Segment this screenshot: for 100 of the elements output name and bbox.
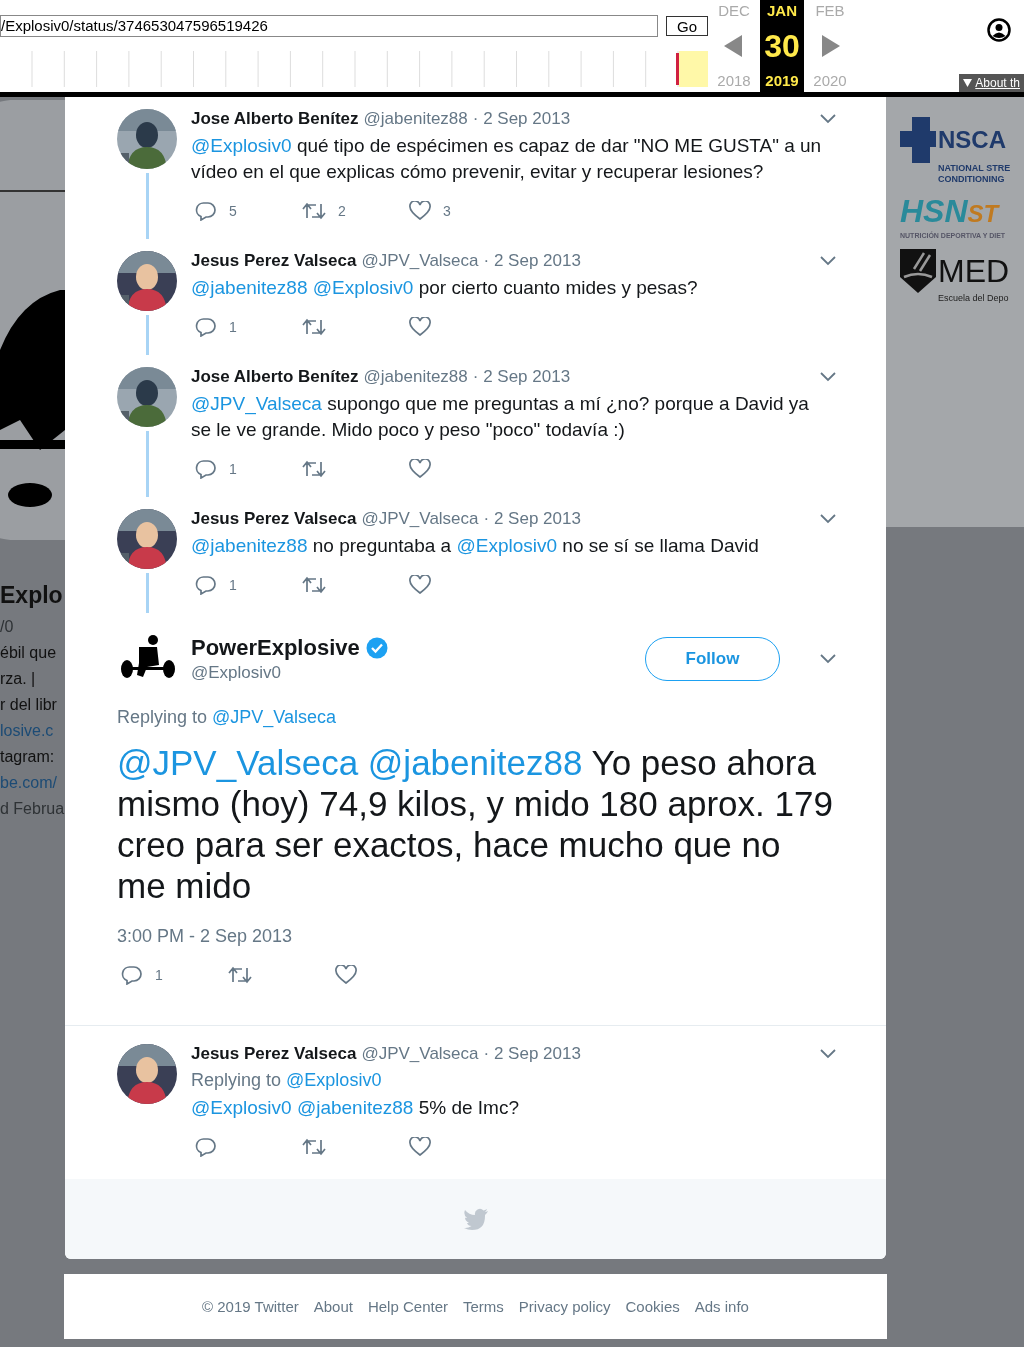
logo-text: NSCA	[938, 126, 1006, 154]
month-link[interactable]: JAN	[767, 0, 797, 22]
reply-count: 1	[229, 461, 237, 477]
chevron-down-icon[interactable]	[820, 654, 836, 664]
footer-link[interactable]: Terms	[463, 1298, 504, 1315]
footer-link[interactable]: © 2019 Twitter	[202, 1298, 299, 1315]
chevron-down-icon[interactable]	[820, 114, 836, 124]
heart-icon[interactable]	[409, 459, 431, 479]
go-button[interactable]: Go	[666, 16, 708, 36]
mention-link[interactable]: @jabenitez88	[367, 743, 583, 782]
retweet-count: 2	[338, 203, 346, 219]
author-name[interactable]: Jesus Perez Valseca	[191, 1044, 357, 1064]
author-name[interactable]: Jesus Perez Valseca	[191, 251, 357, 271]
profile-text: Explo	[0, 581, 63, 610]
author-handle[interactable]: @JPV_Valseca	[361, 509, 479, 529]
retweet-icon[interactable]	[302, 318, 326, 336]
reply-icon[interactable]	[195, 575, 217, 595]
chevron-down-icon[interactable]	[820, 1049, 836, 1059]
chevron-down-icon[interactable]	[820, 256, 836, 266]
reply-icon[interactable]	[121, 965, 143, 985]
next-arrow-icon[interactable]	[820, 35, 840, 57]
author-handle[interactable]: @Explosiv0	[191, 663, 631, 683]
tweet-text: @JPV_Valseca supongo que me preguntas a mí ¿no? porque a David ya se le ve grande. Mido poco y peso "poco" todavía :)	[191, 392, 810, 442]
url-field[interactable]: /Explosiv0/status/374653047596519426	[0, 15, 658, 37]
user-icon[interactable]	[987, 18, 1011, 42]
profile-text: d Februa	[0, 799, 65, 819]
caret-icon	[963, 79, 973, 87]
chevron-down-icon[interactable]	[820, 514, 836, 524]
follow-button[interactable]: Follow	[645, 637, 780, 681]
reply-count: 1	[229, 319, 237, 335]
chevron-down-icon[interactable]	[820, 372, 836, 382]
bird-icon	[462, 1208, 489, 1230]
year-link[interactable]: 2020	[813, 70, 847, 92]
replying-label: Replying to	[191, 1070, 282, 1090]
logo-caption: Escuela del Depo	[938, 293, 1009, 304]
mention-link[interactable]: @JPV_Valseca	[212, 707, 337, 727]
mention-link[interactable]: @Explosiv0	[191, 135, 292, 156]
tweet-text: @jabenitez88 @Explosiv0 por cierto cuanto mides y pesas?	[191, 276, 699, 300]
logo-caption: CONDITIONING	[938, 174, 1005, 185]
mention-link[interactable]: @jabenitez88	[191, 535, 308, 556]
heart-icon[interactable]	[409, 575, 431, 595]
tweet-date[interactable]: · 2 Sep 2013	[483, 251, 581, 271]
author-handle[interactable]: @JPV_Valseca	[361, 251, 479, 271]
cross-emblem-icon	[900, 117, 936, 163]
mention-link[interactable]: @Explosiv0	[286, 1070, 382, 1090]
reply-count: 1	[155, 967, 163, 983]
footer-link[interactable]: Privacy policy	[518, 1298, 611, 1315]
mention-link[interactable]: @Explosiv0	[191, 1097, 297, 1118]
logo-text: HSNST	[900, 193, 999, 230]
mention-link[interactable]: @jabenitez88	[191, 277, 313, 298]
heart-icon[interactable]	[409, 317, 431, 337]
profile-text: be.com/	[0, 773, 57, 793]
retweet-icon[interactable]	[302, 202, 326, 220]
heart-icon[interactable]	[335, 965, 357, 985]
mention-link[interactable]: @JPV_Valseca	[191, 393, 322, 414]
about-tab[interactable]: About th	[959, 74, 1024, 92]
reply-icon[interactable]	[195, 459, 217, 479]
tweet-timestamp[interactable]: 3:00 PM - 2 Sep 2013	[117, 926, 836, 947]
author-handle[interactable]: @jabenitez88	[363, 367, 468, 387]
profile-text: ébil que	[0, 643, 57, 663]
reply-count: 1	[229, 577, 237, 593]
previous-arrow-icon[interactable]	[724, 35, 744, 57]
author-handle[interactable]: @jabenitez88	[363, 109, 468, 129]
reply-icon[interactable]	[195, 317, 217, 337]
heart-icon[interactable]	[409, 1137, 431, 1157]
tweet-text: @Explosiv0 qué tipo de espécimen es capaz de dar "NO ME GUSTA" a un vídeo en el que explicas cómo prevenir, evitar y recuperar lesiones?	[191, 134, 823, 184]
mention-link[interactable]: @jabenitez88	[296, 1097, 414, 1118]
profile-text: losive.c	[0, 721, 54, 741]
profile-text: rza. |	[0, 669, 36, 689]
retweet-icon[interactable]	[302, 1138, 326, 1156]
footer-link[interactable]: Ads info	[694, 1298, 749, 1315]
retweet-icon[interactable]	[302, 460, 326, 478]
mention-link[interactable]: @JPV_Valseca	[117, 743, 368, 782]
reply-icon[interactable]	[195, 201, 217, 221]
author-name[interactable]: Jesus Perez Valseca	[191, 509, 357, 529]
tweet-date[interactable]: · 2 Sep 2013	[472, 367, 571, 387]
mention-link[interactable]: @Explosiv0	[312, 277, 414, 298]
footer-link[interactable]: Help Center	[367, 1298, 448, 1315]
tweet-text: @JPV_Valseca @jabenitez88 Yo peso ahora mismo (hoy) 74,9 kilos, y mido 180 aprox. 179 creo para ser exactos, hace mucho que no me mido	[117, 742, 834, 906]
shield-icon	[900, 249, 936, 293]
tweet-text: @Explosiv0 @jabenitez88 5% de Imc?	[191, 1096, 520, 1120]
author-name[interactable]: PowerExplosive	[191, 635, 360, 661]
tweet-date[interactable]: · 2 Sep 2013	[483, 1044, 581, 1064]
heart-icon[interactable]	[409, 201, 431, 221]
reply-icon[interactable]	[195, 1137, 217, 1157]
year-link[interactable]: 2019	[765, 70, 799, 92]
tweet-date[interactable]: · 2 Sep 2013	[483, 509, 581, 529]
footer-link[interactable]: Cookies	[625, 1298, 680, 1315]
author-handle[interactable]: @JPV_Valseca	[361, 1044, 479, 1064]
logo-caption: NATIONAL STRE	[938, 163, 1011, 174]
mention-link[interactable]: @Explosiv0	[456, 535, 558, 556]
author-name[interactable]: Jose Alberto Benítez	[191, 109, 359, 129]
tweet-date[interactable]: · 2 Sep 2013	[472, 109, 571, 129]
profile-text: tagram:	[0, 747, 55, 767]
retweet-icon[interactable]	[228, 966, 252, 984]
reply-count: 5	[229, 203, 237, 219]
tweet-text: @jabenitez88 no preguntaba a @Explosiv0 no se sí se llama David	[191, 534, 760, 558]
author-name[interactable]: Jose Alberto Benítez	[191, 367, 359, 387]
footer-link[interactable]: About	[313, 1298, 353, 1315]
retweet-icon[interactable]	[302, 576, 326, 594]
